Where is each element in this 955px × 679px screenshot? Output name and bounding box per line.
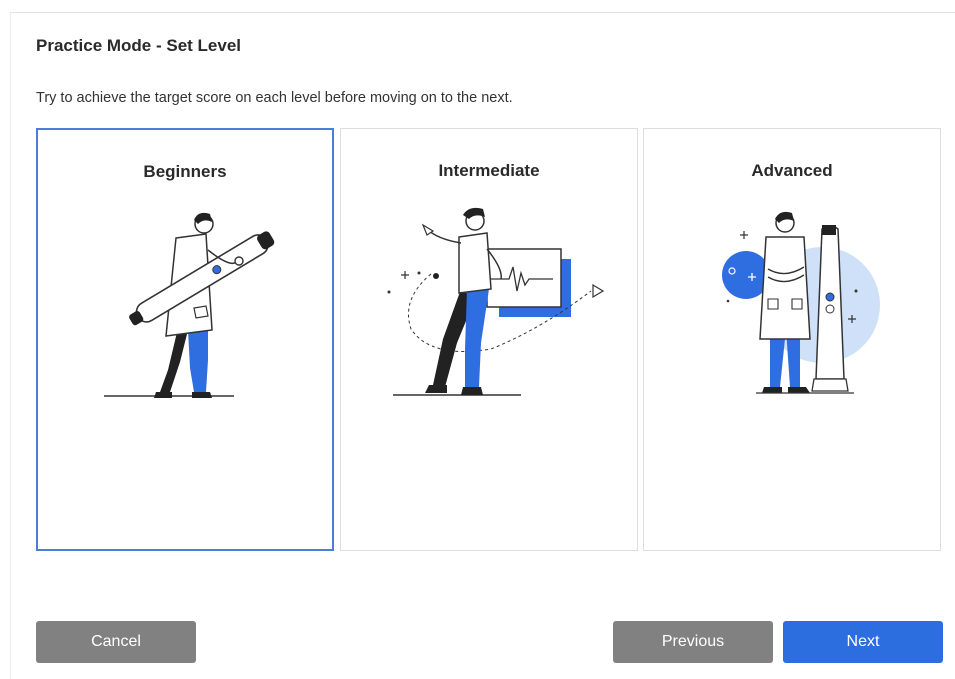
level-label-beginners: Beginners: [143, 162, 227, 181]
person-with-scanner-stand-illustration: [722, 211, 880, 394]
level-label-intermediate: Intermediate: [438, 161, 540, 180]
next-button[interactable]: Next: [783, 621, 943, 663]
person-with-graph-illustration: [387, 207, 605, 396]
level-card-intermediate[interactable]: Intermediate: [340, 128, 638, 551]
level-label-advanced: Advanced: [751, 161, 833, 180]
dialog-subtitle: Try to achieve the target score on each …: [36, 90, 513, 106]
cancel-button[interactable]: Cancel: [36, 621, 196, 663]
level-card-beginners[interactable]: Beginners: [36, 128, 334, 551]
person-holding-scanner-illustration: [104, 212, 275, 398]
level-card-advanced[interactable]: Advanced: [643, 128, 941, 551]
previous-button[interactable]: Previous: [613, 621, 773, 663]
dialog-title: Practice Mode - Set Level: [36, 36, 242, 55]
